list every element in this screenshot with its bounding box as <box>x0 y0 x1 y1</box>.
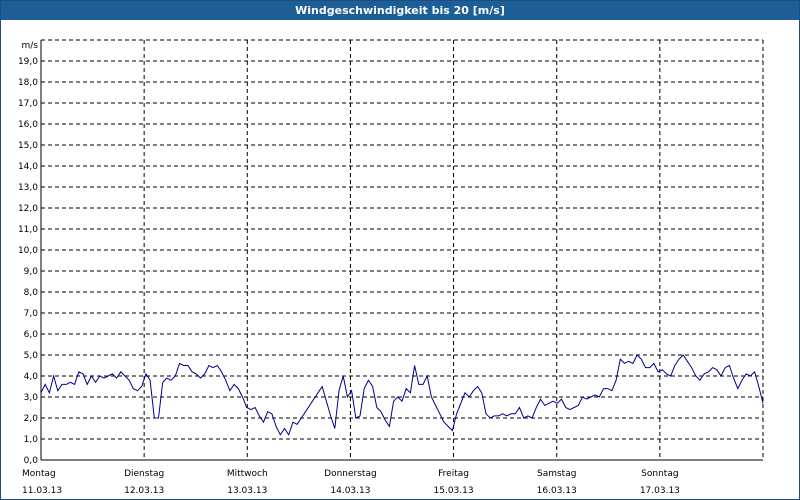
tick-labels: 0,0 1,0 2,0 3,0 4,0 5,0 6,0 7,0 8,0 9,0 10,0 11,0 12… <box>18 41 680 496</box>
series-line <box>40 354 764 436</box>
y-tick-label: 19,0 <box>18 57 38 67</box>
series-layer <box>40 354 764 436</box>
x-tick-date: 13.03.13 <box>227 486 267 496</box>
y-tick-label: 2,0 <box>24 414 39 424</box>
x-tick-date: 11.03.13 <box>22 486 62 496</box>
x-tick-date: 12.03.13 <box>124 486 164 496</box>
y-tick-label: 3,0 <box>24 393 39 403</box>
x-tick-day: Donnerstag <box>324 469 377 479</box>
y-tick-label: 10,0 <box>18 246 38 256</box>
wind-speed-chart: 0,0 1,0 2,0 3,0 4,0 5,0 6,0 7,0 8,0 9,0 10,0 11,0 12… <box>18 39 764 496</box>
y-axis-label: m/s <box>22 41 39 51</box>
y-tick-label: 13,0 <box>18 183 38 193</box>
y-tick-label: 6,0 <box>24 330 39 340</box>
x-tick-date: 14.03.13 <box>330 486 370 496</box>
y-tick-label: 1,0 <box>24 435 39 445</box>
y-tick-label: 11,0 <box>18 225 38 235</box>
y-tick-label: 5,0 <box>24 351 39 361</box>
y-tick-label: 0,0 <box>24 456 39 466</box>
x-tick-day: Dienstag <box>124 469 164 479</box>
x-tick-date: 16.03.13 <box>537 486 577 496</box>
x-tick-day: Freitag <box>438 469 469 479</box>
y-tick-label: 15,0 <box>18 141 38 151</box>
y-tick-label: 8,0 <box>24 288 39 298</box>
y-tick-label: 9,0 <box>24 267 39 277</box>
y-tick-label: 14,0 <box>18 162 38 172</box>
y-tick-label: 12,0 <box>18 204 38 214</box>
x-tick-day: Sonntag <box>641 469 678 479</box>
grid-lines <box>41 39 764 460</box>
y-tick-label: 4,0 <box>24 372 39 382</box>
x-tick-day: Mittwoch <box>227 469 268 479</box>
x-tick-date: 15.03.13 <box>434 486 474 496</box>
y-tick-label: 17,0 <box>18 99 38 109</box>
x-tick-day: Samstag <box>537 469 576 479</box>
y-tick-label: 7,0 <box>24 309 39 319</box>
x-tick-date: 17.03.13 <box>640 486 680 496</box>
x-tick-day: Montag <box>22 469 56 479</box>
y-tick-label: 16,0 <box>18 120 38 130</box>
y-tick-label: 18,0 <box>18 78 38 88</box>
